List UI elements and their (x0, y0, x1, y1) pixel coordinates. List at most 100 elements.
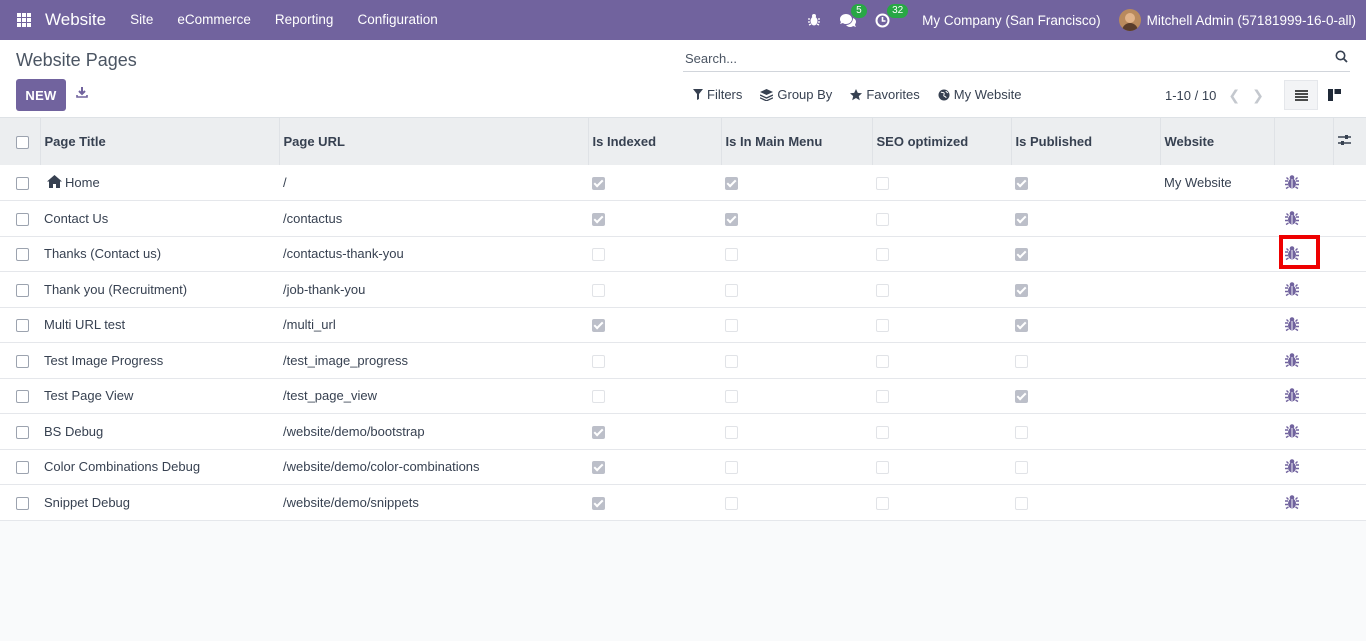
row-select-checkbox[interactable] (16, 390, 29, 404)
debug-bug-icon[interactable] (807, 13, 821, 27)
favorites-button[interactable]: Favorites (850, 87, 920, 102)
website-cell[interactable] (1160, 201, 1274, 237)
bug-icon[interactable] (1282, 492, 1302, 512)
table-row[interactable]: Color Combinations Debug/website/demo/co… (0, 449, 1366, 485)
page-title-cell[interactable]: Thanks (Contact us) (40, 236, 279, 272)
chevron-right-icon[interactable]: ❯ (1252, 87, 1264, 104)
menu-item-reporting[interactable]: Reporting (263, 0, 346, 40)
page-url-cell[interactable]: / (279, 165, 588, 201)
empty-cell (1333, 165, 1366, 201)
page-title-cell[interactable]: Test Image Progress (40, 343, 279, 379)
download-icon[interactable] (76, 86, 88, 101)
page-title-cell[interactable]: Color Combinations Debug (40, 449, 279, 485)
column-header-page-url[interactable]: Page URL (278, 118, 588, 165)
page-url-cell[interactable]: /website/demo/color-combinations (279, 449, 588, 485)
table-row[interactable]: Test Page View/test_page_view (0, 378, 1366, 414)
website-cell[interactable]: My Website (1160, 165, 1274, 201)
menu-item-ecommerce[interactable]: eCommerce (165, 0, 263, 40)
row-select-checkbox[interactable] (16, 248, 29, 262)
column-header-main-menu[interactable]: Is In Main Menu (720, 118, 872, 165)
bug-icon[interactable] (1282, 172, 1302, 192)
website-cell[interactable] (1160, 236, 1274, 272)
row-select-checkbox[interactable] (16, 461, 29, 475)
bug-icon[interactable] (1282, 279, 1302, 299)
page-url-cell[interactable]: /website/demo/bootstrap (279, 414, 588, 450)
user-menu[interactable]: Mitchell Admin (57181999-16-0-all) (1147, 13, 1356, 28)
website-cell[interactable] (1160, 272, 1274, 308)
user-avatar[interactable] (1118, 9, 1141, 31)
filters-button[interactable]: Filters (693, 87, 742, 102)
row-select-checkbox[interactable] (16, 212, 29, 226)
website-cell[interactable] (1160, 343, 1274, 379)
website-cell[interactable] (1160, 307, 1274, 343)
search-input[interactable] (683, 51, 1313, 66)
apps-grid-icon[interactable] (17, 13, 31, 27)
page-url-value: /contactus-thank-you (283, 246, 404, 262)
kanban-view-icon[interactable] (1320, 80, 1348, 110)
website-cell[interactable] (1160, 414, 1274, 450)
table-row[interactable]: Thank you (Recruitment) /job-thank-you (0, 271, 1366, 308)
clock-icon[interactable]: 32 (875, 3, 909, 28)
row-select-checkbox[interactable] (16, 425, 29, 439)
row-select-checkbox[interactable] (16, 496, 29, 510)
website-cell[interactable] (1160, 378, 1274, 414)
page-title-cell[interactable]: Multi URL test (40, 307, 279, 343)
table-row[interactable]: Test Image Progress/test_image_progress (0, 342, 1366, 379)
page-title-value: BS Debug (44, 423, 104, 439)
bug-icon[interactable] (1282, 385, 1302, 405)
row-select-checkbox[interactable] (16, 319, 29, 333)
optional-columns-toggle[interactable] (1332, 118, 1366, 165)
company-switcher[interactable]: My Company (San Francisco) (922, 13, 1101, 28)
chat-icon[interactable]: 5 (839, 3, 867, 28)
row-select-checkbox[interactable] (16, 283, 29, 297)
actions-cell (1274, 272, 1333, 308)
bug-icon[interactable] (1282, 350, 1302, 370)
is-in-main-menu-checkbox (725, 248, 738, 262)
website-switcher-button[interactable]: My Website (938, 87, 1021, 102)
search-icon[interactable] (1335, 50, 1348, 66)
select-all-checkbox[interactable] (16, 136, 29, 150)
column-header-page-title[interactable]: Page Title (39, 118, 279, 165)
table-row[interactable]: Thanks (Contact us) /contactus-thank-you (0, 236, 1366, 272)
page-title-cell[interactable]: Contact Us (40, 201, 279, 237)
website-cell[interactable] (1160, 449, 1274, 485)
page-title-cell[interactable]: Test Page View (40, 378, 279, 414)
page-title-cell[interactable]: Snippet Debug (40, 485, 279, 521)
menu-item-configuration[interactable]: Configuration (345, 0, 449, 40)
bug-icon[interactable] (1282, 314, 1302, 334)
app-brand[interactable]: Website (45, 10, 106, 30)
bug-icon[interactable] (1282, 421, 1302, 441)
page-url-cell[interactable]: /contactus-thank-you (279, 236, 588, 272)
page-title-cell[interactable]: Home (40, 165, 279, 201)
pager-value[interactable]: 1-10 / 10 (1165, 88, 1216, 103)
bug-icon[interactable] (1282, 208, 1302, 228)
table-row[interactable]: Multi URL test/multi_url (0, 307, 1366, 343)
page-url-cell[interactable]: /contactus (279, 201, 588, 237)
page-url-cell[interactable]: /website/demo/snippets (279, 485, 588, 521)
list-view-icon[interactable] (1284, 80, 1318, 110)
group-by-button[interactable]: Group By (760, 87, 832, 102)
table-row[interactable]: Contact Us/contactus (0, 200, 1366, 237)
column-header-website[interactable]: Website (1159, 118, 1274, 165)
new-button[interactable]: NEW (16, 79, 66, 111)
website-cell[interactable] (1160, 485, 1274, 521)
table-row[interactable]: BS Debug/website/demo/bootstrap (0, 413, 1366, 450)
actions-cell (1274, 201, 1333, 237)
table-row[interactable]: Snippet Debug/website/demo/snippets (0, 484, 1366, 521)
page-url-cell[interactable]: /test_image_progress (279, 343, 588, 379)
page-title-cell[interactable]: BS Debug (40, 414, 279, 450)
column-header-seo-optimized[interactable]: SEO optimized (871, 118, 1011, 165)
bug-icon[interactable] (1282, 456, 1302, 476)
row-select-checkbox[interactable] (16, 354, 29, 368)
page-url-cell[interactable]: /multi_url (279, 307, 588, 343)
page-title-cell[interactable]: Thank you (Recruitment) (40, 272, 279, 308)
column-header-is-indexed[interactable]: Is Indexed (587, 118, 721, 165)
page-url-cell[interactable]: /test_page_view (279, 378, 588, 414)
column-header-is-published[interactable]: Is Published (1010, 118, 1160, 165)
chevron-left-icon[interactable]: ❮ (1228, 87, 1240, 104)
page-url-cell[interactable]: /job-thank-you (279, 272, 588, 308)
is-indexed-checkbox (592, 496, 605, 510)
menu-item-site[interactable]: Site (118, 0, 165, 40)
row-select-checkbox[interactable] (16, 177, 29, 191)
table-row[interactable]: Home / My Website (0, 165, 1366, 201)
